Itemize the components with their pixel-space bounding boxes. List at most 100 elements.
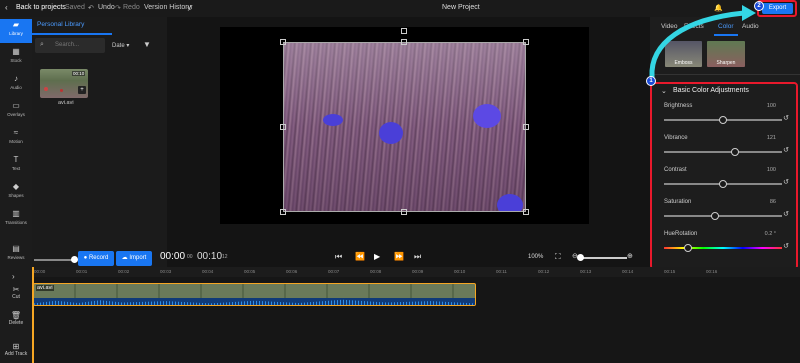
adjustment-slider[interactable] bbox=[664, 215, 782, 217]
scissors-icon: ✂ bbox=[12, 285, 20, 294]
project-title: New Project bbox=[442, 4, 480, 11]
adjustment-value: 0.2 ° bbox=[764, 231, 776, 237]
adjustment-label: HueRotation bbox=[664, 231, 698, 237]
resize-handle-r[interactable] bbox=[523, 124, 529, 130]
filter-icon[interactable]: ▼ bbox=[143, 40, 151, 49]
cut-tool[interactable]: ✂ Cut bbox=[0, 285, 32, 300]
adjustment-slider-knob[interactable] bbox=[683, 244, 692, 252]
undo-icon[interactable]: ↶ bbox=[88, 4, 94, 12]
section-title: Basic Color Adjustments bbox=[673, 87, 749, 94]
timeline-tick: 00:03 bbox=[160, 269, 172, 274]
zoom-level: 100% bbox=[528, 254, 544, 260]
rail-item-audio[interactable]: ♪ Audio bbox=[0, 73, 32, 97]
resize-handle-tl[interactable] bbox=[280, 39, 286, 45]
rail-item-text[interactable]: T Text bbox=[0, 154, 32, 178]
adjustment-slider-knob[interactable] bbox=[710, 212, 719, 220]
timeline-tick: 00:16 bbox=[706, 269, 718, 274]
resize-handle-br[interactable] bbox=[523, 209, 529, 215]
clip-name: avi.avi bbox=[36, 285, 54, 291]
add-track-icon: ⊞ bbox=[12, 342, 20, 351]
adjustment-slider-knob[interactable] bbox=[719, 116, 727, 124]
total-time: 00:10 bbox=[197, 251, 223, 262]
timeline-tick: 00:00 bbox=[34, 269, 46, 274]
fast-forward-icon[interactable]: ⏩ bbox=[394, 252, 404, 261]
skip-start-icon[interactable]: ⏮ bbox=[335, 252, 342, 262]
timeline-clip[interactable]: avi.avi bbox=[33, 283, 476, 306]
playhead[interactable] bbox=[32, 267, 34, 363]
timeline-tick: 00:14 bbox=[622, 269, 634, 274]
resize-handle-tr[interactable] bbox=[523, 39, 529, 45]
cloud-upload-icon: ☁ bbox=[121, 255, 128, 261]
rail-item-reviews[interactable]: ▤ Reviews bbox=[0, 243, 32, 267]
redo-button[interactable]: Redo bbox=[123, 4, 140, 11]
reset-icon[interactable]: ↺ bbox=[783, 114, 789, 122]
back-arrow-icon[interactable]: ‹ bbox=[5, 3, 8, 12]
reset-icon[interactable]: ↺ bbox=[783, 242, 789, 250]
rail-item-overlays[interactable]: ▭ Overlays bbox=[0, 100, 32, 124]
back-to-projects-link[interactable]: Back to projects bbox=[16, 4, 66, 11]
adjustment-slider[interactable] bbox=[664, 151, 782, 153]
timeline-zoom-slider[interactable] bbox=[581, 257, 627, 259]
media-thumbnail[interactable]: 00:10 + bbox=[40, 69, 88, 98]
search-input[interactable]: ⌕ Search... bbox=[35, 38, 105, 53]
text-icon: T bbox=[13, 155, 19, 164]
rotate-handle[interactable] bbox=[401, 28, 407, 34]
resize-handle-bl[interactable] bbox=[280, 209, 286, 215]
export-button[interactable]: Export bbox=[762, 3, 793, 14]
rail-item-library[interactable]: ▰ Library bbox=[0, 19, 32, 43]
zoom-slider-knob[interactable] bbox=[71, 256, 78, 263]
resize-handle-l[interactable] bbox=[280, 124, 286, 130]
timeline-tick: 00:08 bbox=[370, 269, 382, 274]
preview-area: 00:00 00 00:10 12 ⏮ ⏪ ▶ ⏩ ⏭ 100% ⛶ ⊖ ⊕ bbox=[160, 17, 650, 267]
shapes-icon: ◆ bbox=[12, 182, 20, 191]
zoom-slider[interactable] bbox=[34, 259, 74, 261]
rail-item-stock[interactable]: ▦ Stock bbox=[0, 46, 32, 70]
reset-icon[interactable]: ↺ bbox=[783, 210, 789, 218]
fullscreen-icon[interactable]: ⛶ bbox=[555, 252, 561, 262]
video-canvas bbox=[220, 27, 589, 224]
expand-chevron-icon[interactable]: › bbox=[12, 272, 15, 281]
selection-box[interactable] bbox=[283, 42, 526, 212]
redo-icon[interactable]: ↷ bbox=[115, 4, 121, 12]
audio-waveform bbox=[34, 298, 475, 305]
timeline-tick: 00:04 bbox=[202, 269, 214, 274]
record-button[interactable]: ● Record bbox=[78, 251, 114, 266]
adjustment-label: Brightness bbox=[664, 103, 693, 109]
delete-tool[interactable]: 🗑 Delete bbox=[0, 311, 32, 326]
rail-item-motion[interactable]: ≈ Motion bbox=[0, 127, 32, 151]
add-track-tool[interactable]: ⊞ Add Track bbox=[0, 342, 32, 357]
rail-item-transitions[interactable]: ▥ Transitions bbox=[0, 208, 32, 232]
rewind-icon[interactable]: ⏪ bbox=[355, 252, 365, 261]
zoom-in-icon[interactable]: ⊕ bbox=[627, 252, 633, 260]
adjustment-slider-knob[interactable] bbox=[730, 148, 739, 156]
timeline-ruler[interactable]: 00:00 00:01 00:02 00:03 00:04 00:05 00:06 00:07… bbox=[0, 267, 800, 277]
timeline-zoom-knob[interactable] bbox=[577, 254, 584, 261]
reset-icon[interactable]: ↺ bbox=[783, 178, 789, 186]
resize-handle-t[interactable] bbox=[401, 39, 407, 45]
adjustment-slider-knob[interactable] bbox=[719, 180, 727, 188]
transition-icon: ▥ bbox=[12, 209, 20, 218]
chevron-down-icon[interactable]: ⌄ bbox=[661, 87, 667, 95]
music-icon: ♪ bbox=[14, 74, 18, 83]
rail-item-shapes[interactable]: ◆ Shapes bbox=[0, 181, 32, 205]
skip-end-icon[interactable]: ⏭ bbox=[414, 252, 421, 262]
timeline-tick: 00:01 bbox=[76, 269, 88, 274]
tab-personal-library[interactable]: Personal Library bbox=[37, 21, 84, 28]
undo-button[interactable]: Undo bbox=[98, 4, 115, 11]
import-button[interactable]: ☁ Import bbox=[116, 251, 152, 266]
add-to-timeline-icon[interactable]: + bbox=[78, 86, 86, 94]
history-icon: ↺ bbox=[187, 5, 193, 12]
resize-handle-b[interactable] bbox=[401, 209, 407, 215]
adjustment-value: 86 bbox=[769, 199, 776, 205]
adjustment-slider[interactable] bbox=[664, 247, 782, 249]
current-time: 00:00 bbox=[160, 251, 186, 262]
timeline-tick: 00:06 bbox=[286, 269, 298, 274]
play-icon[interactable]: ▶ bbox=[374, 252, 380, 261]
adjustment-label: Saturation bbox=[664, 199, 692, 205]
search-icon: ⌕ bbox=[40, 41, 44, 48]
version-history-button[interactable]: Version History bbox=[144, 4, 191, 11]
adjustment-value: 100 bbox=[766, 103, 776, 109]
annotation-badge-2: 2 bbox=[754, 1, 764, 11]
sort-dropdown[interactable]: Date ▾ bbox=[112, 42, 129, 49]
reset-icon[interactable]: ↺ bbox=[783, 146, 789, 154]
